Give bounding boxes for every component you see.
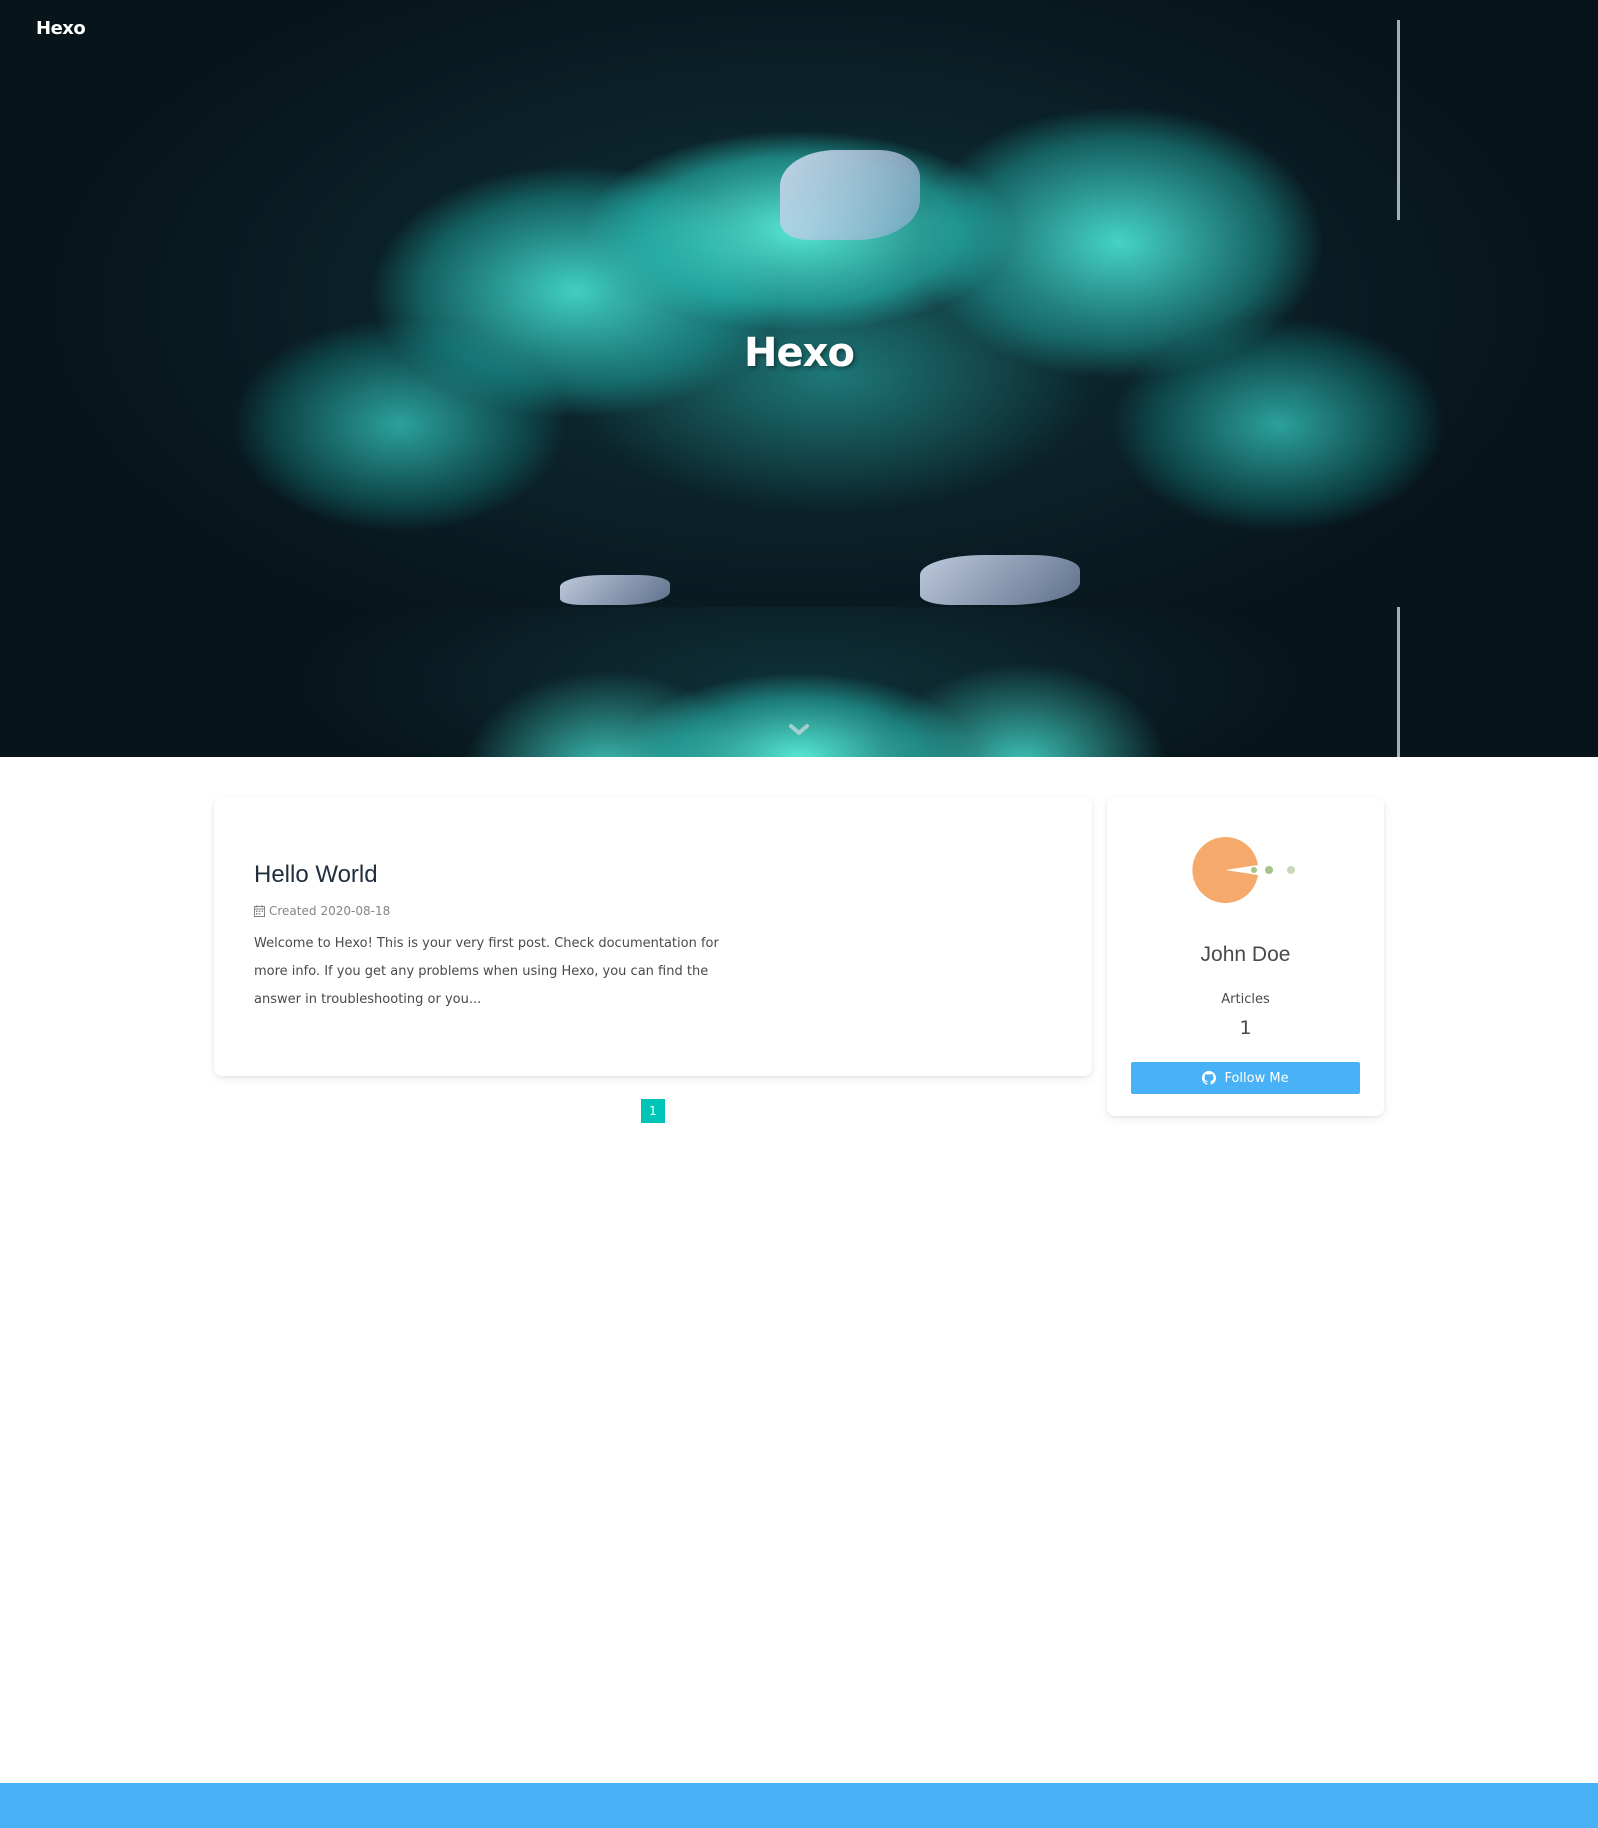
avatar [1192, 837, 1295, 903]
post-date: 2020-08-18 [320, 904, 391, 918]
nav-site-name[interactable]: Hexo [36, 18, 86, 39]
hero-background-image [0, 0, 1598, 607]
articles-label[interactable]: Articles [1107, 992, 1384, 1007]
scroll-down-button[interactable] [788, 722, 810, 738]
site-title: Hexo [744, 330, 855, 376]
hero-background-line-lower [1397, 607, 1400, 757]
recent-post-item: Hello World Created 2020-08-18 Welcome t… [214, 797, 1092, 1076]
articles-count[interactable]: 1 [1107, 1017, 1384, 1039]
post-title-link[interactable]: Hello World [254, 861, 378, 889]
follow-me-label: Follow Me [1224, 1070, 1289, 1086]
author-info-card: John Doe Articles 1 Follow Me [1107, 797, 1384, 1116]
post-excerpt: Welcome to Hexo! This is your very first… [254, 936, 719, 1007]
hero-fabric-shape [780, 150, 920, 240]
page-footer [0, 1783, 1598, 1828]
post-meta: Created 2020-08-18 [254, 904, 390, 918]
pagination-page-current[interactable]: 1 [641, 1099, 665, 1123]
follow-me-button[interactable]: Follow Me [1131, 1062, 1360, 1094]
post-meta-label: Created [269, 904, 317, 918]
author-name: John Doe [1200, 943, 1291, 966]
calendar-icon [254, 905, 265, 917]
page-header: Hexo Hexo [0, 0, 1598, 757]
chevron-down-icon [789, 724, 809, 735]
github-icon [1202, 1071, 1217, 1085]
hero-background-line [1397, 20, 1400, 220]
hero-fabric-shape-lower-right [920, 555, 1080, 605]
hero-fabric-shape-lower [560, 575, 670, 605]
